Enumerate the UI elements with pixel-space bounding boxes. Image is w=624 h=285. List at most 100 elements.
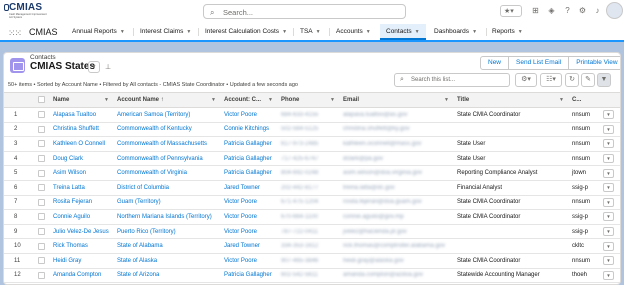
display-as-button[interactable]: ☷▾ [540, 73, 562, 87]
checkbox[interactable] [38, 184, 45, 192]
tab-accounts[interactable]: Accounts ▼ [336, 24, 371, 40]
row-checkbox[interactable] [34, 151, 49, 167]
chevron-down-icon[interactable]: ▼ [603, 227, 614, 237]
chevron-down-icon[interactable]: ▼ [603, 139, 614, 149]
account-name-link[interactable]: American Samoa (Territory) [113, 107, 220, 123]
email-cell[interactable]: dclark@pa.gov [339, 151, 453, 167]
contact-name-link[interactable]: Rick Thomas [49, 238, 113, 254]
account-name-link[interactable]: Commonwealth of Kentucky [113, 122, 220, 138]
row-actions[interactable]: ▼ [599, 122, 620, 138]
row-actions[interactable]: ▼ [599, 195, 620, 211]
row-actions[interactable]: ▼ [599, 165, 620, 181]
contact-name-link[interactable]: Amanda Compton [49, 268, 113, 284]
account-owner-link[interactable]: Victor Poore [220, 253, 277, 269]
tab-annual-reports[interactable]: Annual Reports ▼ [72, 24, 125, 40]
list-settings-button[interactable]: ⚙▾ [515, 73, 537, 87]
row-actions[interactable]: ▼ [599, 209, 620, 225]
checkbox[interactable] [38, 169, 45, 177]
account-name-link[interactable]: Puerto Rico (Territory) [113, 224, 220, 240]
row-checkbox[interactable] [34, 122, 49, 138]
email-cell[interactable]: connie.aguilo@gov.mp [339, 209, 453, 225]
chevron-down-icon[interactable]: ▼ [603, 197, 614, 207]
email-cell[interactable]: amanda.compton@azdoa.gov [339, 268, 453, 284]
email-cell[interactable]: alapasa.tualtoo@as.gov [339, 107, 453, 123]
row-actions[interactable]: ▼ [599, 253, 620, 269]
row-actions[interactable]: ▼ [599, 151, 620, 167]
pin-icon[interactable]: ⊥ [105, 63, 111, 71]
account-name-link[interactable]: State of Arizona [113, 268, 220, 284]
tab-tsa[interactable]: TSA ▼ [300, 24, 321, 40]
account-owner-link[interactable]: Victor Poore [220, 107, 277, 123]
help-icon[interactable]: ? [561, 4, 574, 17]
account-name-link[interactable]: Northern Mariana Islands (Territory) [113, 209, 220, 225]
chevron-down-icon[interactable]: ▼ [603, 270, 614, 280]
list-view-picker-button[interactable]: ▼ [88, 61, 100, 73]
column-header-name[interactable]: Name ▼ [49, 92, 113, 108]
email-cell[interactable]: rosita.fejeran@doa.guam.gov [339, 195, 453, 211]
setup-icon[interactable]: ◈ [545, 4, 558, 17]
add-icon[interactable]: ⊞ [529, 4, 542, 17]
chevron-down-icon[interactable]: ▼ [603, 212, 614, 222]
contact-name-link[interactable]: Connie Aguilo [49, 209, 113, 225]
email-cell[interactable]: heidi.gray@alaska.gov [339, 253, 453, 269]
contact-name-link[interactable]: Heidi Gray [49, 253, 113, 269]
chevron-down-icon[interactable]: ▼ [603, 256, 614, 266]
checkbox[interactable] [38, 198, 45, 206]
chevron-down-icon[interactable]: ▼ [603, 168, 614, 178]
account-name-link[interactable]: Commonwealth of Pennsylvania [113, 151, 220, 167]
row-checkbox[interactable] [34, 195, 49, 211]
contact-name-link[interactable]: Alapasa Tualtoo [49, 107, 113, 123]
tab-dashboards[interactable]: Dashboards ▼ [434, 24, 477, 40]
account-owner-link[interactable]: Jared Towner [220, 180, 277, 196]
checkbox[interactable] [38, 213, 45, 221]
account-owner-link[interactable]: Patricia Gallagher [220, 136, 277, 152]
new-button[interactable]: New [480, 56, 510, 70]
row-checkbox[interactable] [34, 238, 49, 254]
tab-reports[interactable]: Reports ▼ [492, 24, 523, 40]
column-header-account-owner[interactable]: Account: C... ▼ [220, 92, 277, 108]
account-name-link[interactable]: District of Columbia [113, 180, 220, 196]
row-actions[interactable]: ▼ [599, 268, 620, 284]
email-cell[interactable]: kathleen.oconnell@mass.gov [339, 136, 453, 152]
checkbox[interactable] [38, 271, 45, 279]
contact-name-link[interactable]: Doug Clark [49, 151, 113, 167]
email-cell[interactable]: christina.shuffett@ky.gov [339, 122, 453, 138]
checkbox[interactable] [38, 257, 45, 265]
tab-interest-calculation-costs[interactable]: Interest Calculation Costs ▼ [205, 24, 287, 40]
tab-contacts[interactable]: Contacts ▼ [380, 24, 426, 40]
account-owner-link[interactable]: Jared Towner [220, 238, 277, 254]
chevron-down-icon[interactable]: ▼ [603, 154, 614, 164]
row-checkbox[interactable] [34, 165, 49, 181]
edit-list-button[interactable]: ✎ [581, 73, 595, 87]
checkbox[interactable] [38, 111, 45, 119]
account-name-link[interactable]: State of Alaska [113, 253, 220, 269]
chevron-down-icon[interactable]: ▼ [603, 241, 614, 251]
checkbox[interactable] [38, 155, 45, 163]
contact-name-link[interactable]: Asim Wilson [49, 165, 113, 181]
contact-name-link[interactable]: Julio Velez-De Jesus [49, 224, 113, 240]
bell-icon[interactable]: ♪ [591, 4, 604, 17]
column-header-phone[interactable]: Phone ▼ [277, 92, 339, 108]
row-actions[interactable]: ▼ [599, 136, 620, 152]
chevron-down-icon[interactable]: ▼ [603, 183, 614, 193]
email-cell[interactable]: jvelez@hacienda.pr.gov [339, 224, 453, 240]
column-header-c[interactable]: C... [568, 92, 599, 108]
app-launcher-icon[interactable]: ⁙⁙ [8, 28, 22, 39]
row-checkbox[interactable] [34, 253, 49, 269]
column-header-email[interactable]: Email ▼ [339, 92, 453, 108]
account-name-link[interactable]: Guam (Territory) [113, 195, 220, 211]
row-checkbox[interactable] [34, 107, 49, 123]
column-header-title[interactable]: Title ▼ [453, 92, 568, 108]
account-owner-link[interactable]: Patricia Gallagher [220, 268, 277, 284]
contact-name-link[interactable]: Christina Shuffett [49, 122, 113, 138]
cmias-logo[interactable]: CMIAS Cash Management Improvement Act Sy… [4, 2, 47, 22]
row-actions[interactable]: ▼ [599, 107, 620, 123]
row-checkbox[interactable] [34, 180, 49, 196]
account-owner-link[interactable]: Victor Poore [220, 195, 277, 211]
account-owner-link[interactable]: Patricia Gallagher [220, 165, 277, 181]
contact-name-link[interactable]: Rosita Fejeran [49, 195, 113, 211]
checkbox[interactable] [38, 228, 45, 235]
row-actions[interactable]: ▼ [599, 180, 620, 196]
printable-view-button[interactable]: Printable View [569, 56, 620, 70]
account-name-link[interactable]: State of Alabama [113, 238, 220, 254]
